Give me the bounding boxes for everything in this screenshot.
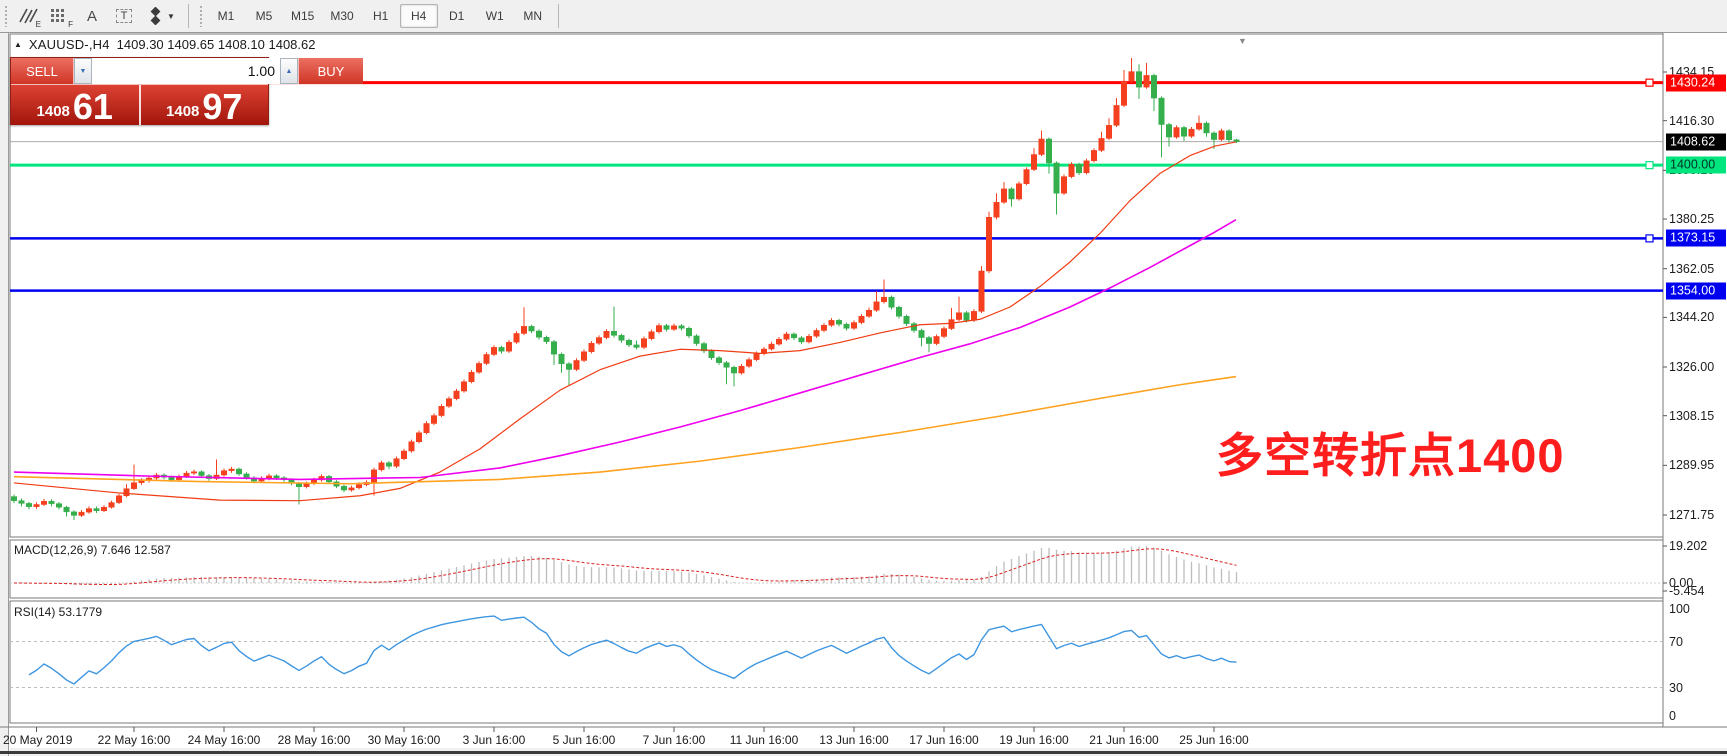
timeframe-button-D1[interactable]: D1 [438,4,476,28]
trade-panel-prices: 1408 61 1408 97 [11,85,268,125]
timeframe-button-H1[interactable]: H1 [362,4,400,28]
rsi-label: RSI(14) 53.1779 [14,605,102,619]
volume-input[interactable] [92,58,280,84]
macd-panel-frame [10,540,1663,598]
text-label-icon[interactable]: T [108,2,140,30]
volume-increase-button[interactable]: ▲ [280,58,298,84]
buy-button[interactable]: BUY [299,58,363,84]
timeframe-button-H4[interactable]: H4 [400,4,438,28]
chart-header: ▲ XAUUSD-,H4 1409.30 1409.65 1408.10 140… [14,37,315,52]
macd-label: MACD(12,26,9) 7.646 12.587 [14,543,171,557]
timeframe-button-group: M1M5M15M30H1H4D1W1MN [207,4,552,28]
bottom-edge [0,751,1727,754]
buy-price-big: 97 [202,92,242,122]
timeframe-button-M30[interactable]: M30 [322,4,361,28]
objects-icon[interactable]: ▼ [140,2,182,30]
grid-icon[interactable]: F [44,2,76,30]
one-click-trading-panel: SELL ▼ ▲ BUY 1408 61 1408 97 [10,57,269,125]
sell-price[interactable]: 1408 61 [11,85,139,125]
sell-price-big: 61 [73,92,113,122]
toolbar-drag-handle-2[interactable] [199,5,204,27]
ohlc-values: 1409.30 1409.65 1408.10 1408.62 [117,37,316,52]
chart-annotation-text: 多空转折点1400 [1216,432,1565,479]
sell-price-small: 1408 [37,102,70,122]
buy-price[interactable]: 1408 97 [141,85,269,125]
trade-panel-top-row: SELL ▼ ▲ BUY [11,58,268,85]
mt4-app-window: 1434.151416.301398.101380.251362.051344.… [0,0,1727,756]
rsi-panel-frame [10,601,1663,723]
timeframe-button-M15[interactable]: M15 [283,4,322,28]
timeframe-button-M1[interactable]: M1 [207,4,245,28]
timeframe-button-MN[interactable]: MN [514,4,552,28]
timeframe-button-M5[interactable]: M5 [245,4,283,28]
volume-spinner: ▼ ▲ [73,58,299,84]
sell-button[interactable]: SELL [11,58,73,84]
timeframe-button-W1[interactable]: W1 [476,4,514,28]
toolbar-separator-2 [558,4,559,28]
text-a-icon[interactable]: A [76,2,108,30]
volume-decrease-button[interactable]: ▼ [74,58,92,84]
toolbar-drag-handle[interactable] [4,5,9,27]
buy-price-small: 1408 [166,102,199,122]
toolbar-separator [188,4,189,28]
chart-shift-marker-icon[interactable]: ▼ [1238,36,1247,46]
indicators-icon[interactable]: E [12,2,44,30]
toolbar: E F A T ▼ M1M5M15M30H1H4D1W1MN [0,0,1727,33]
symbol-collapse-icon[interactable]: ▲ [14,40,22,49]
symbol-title: XAUUSD-,H4 [29,37,110,52]
